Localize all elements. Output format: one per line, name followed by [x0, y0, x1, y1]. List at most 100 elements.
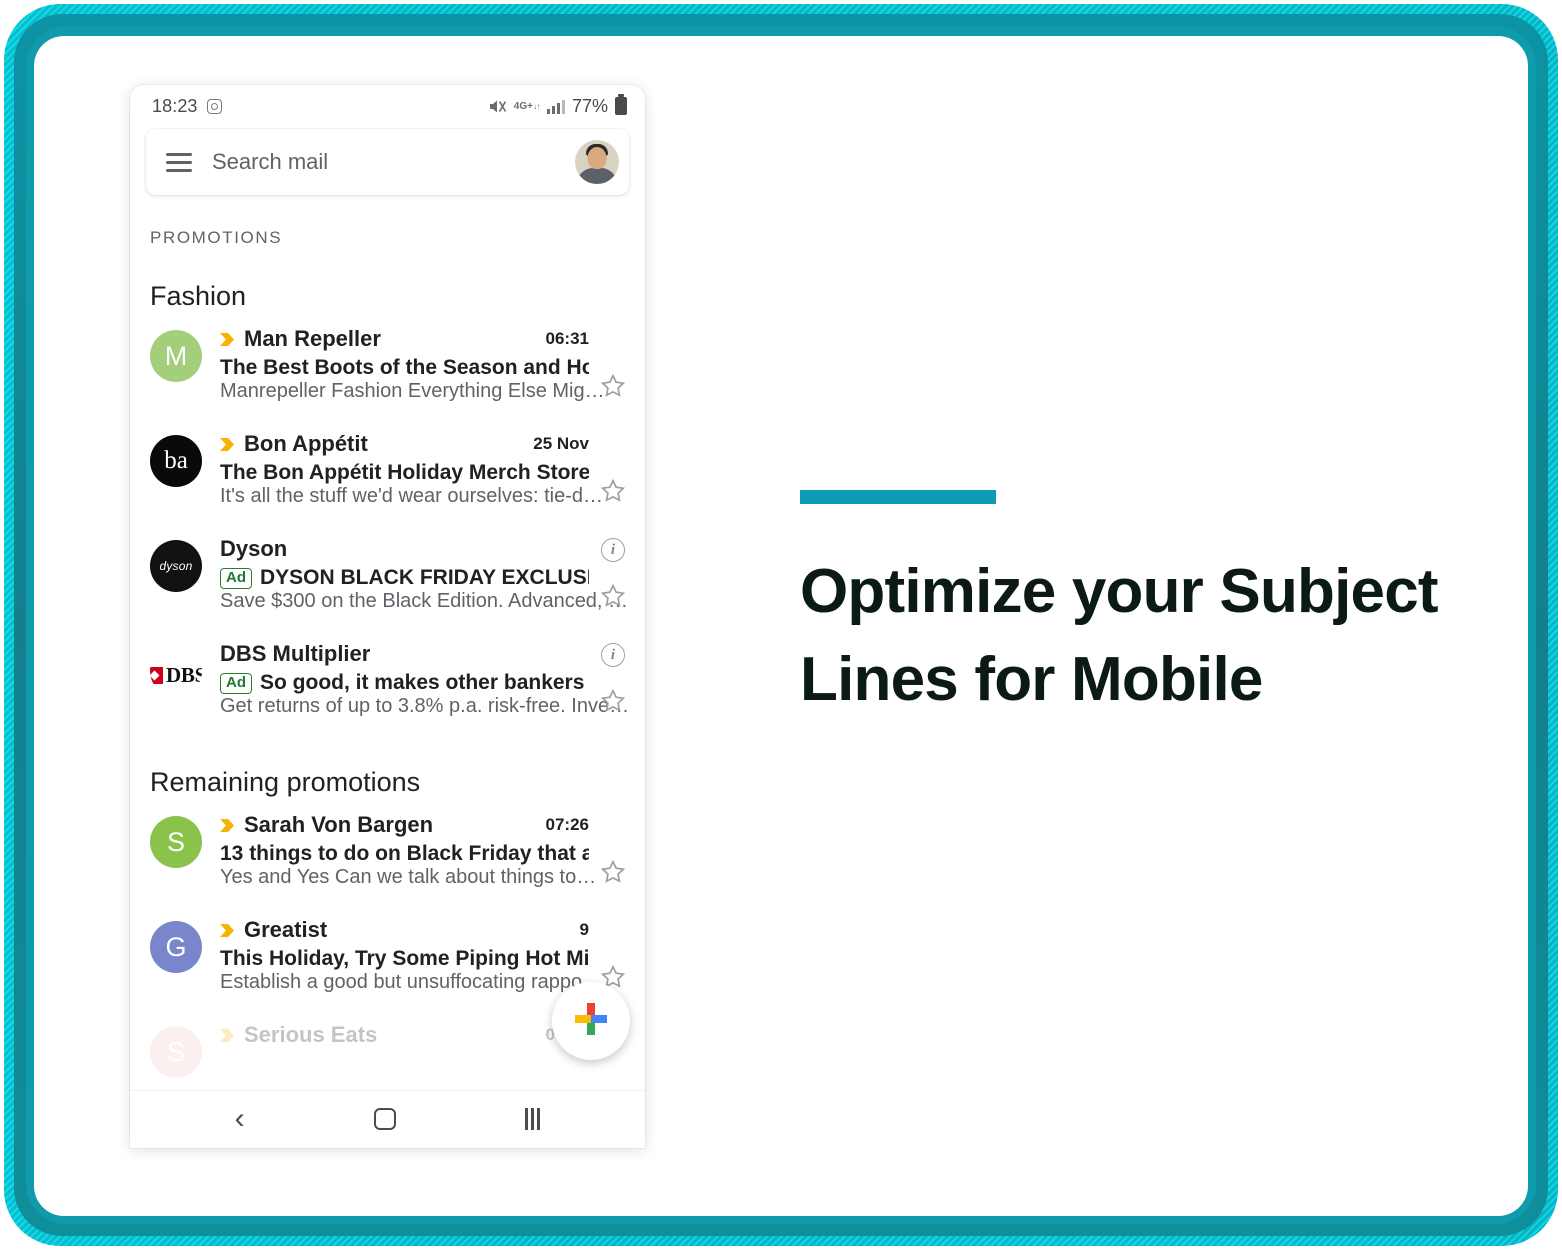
email-subject: The Bon Appétit Holiday Merch Store is…: [220, 461, 589, 484]
sender-avatar: S: [150, 1026, 202, 1078]
network-label: 4G+: [513, 100, 533, 112]
email-subject-text: So good, it makes other bankers nervo…: [260, 671, 589, 694]
importance-marker-icon[interactable]: [220, 1027, 236, 1044]
email-actions: [593, 431, 633, 508]
email-header-line: Dyson: [220, 536, 589, 562]
email-actions: [593, 812, 633, 889]
email-timestamp: 07:26: [545, 815, 589, 834]
search-bar[interactable]: Search mail: [146, 129, 629, 195]
sender-avatar: dyson: [150, 540, 202, 592]
email-timestamp: 06:31: [545, 329, 589, 348]
email-sender: Bon Appétit: [244, 431, 368, 456]
email-timestamp: 25 Nov: [533, 434, 589, 453]
star-icon[interactable]: [600, 859, 626, 885]
home-square-icon[interactable]: [373, 1108, 396, 1130]
accent-bar: [800, 490, 996, 504]
status-bar: 18:23 4G+ ↓↑ 77%: [130, 85, 645, 127]
compose-button[interactable]: [552, 982, 630, 1060]
star-icon[interactable]: [600, 688, 626, 714]
email-snippet: Establish a good but unsuffocating rappo…: [220, 971, 603, 993]
email-subject: This Holiday, Try Some Piping Hot Min…: [220, 947, 589, 970]
inbox-category-label: PROMOTIONS: [150, 228, 283, 247]
importance-marker-icon[interactable]: [220, 922, 236, 939]
list-item[interactable]: DBS DBS Multiplier Ad So good, it makes …: [130, 627, 645, 732]
section-header-fashion: Fashion: [150, 281, 247, 311]
avatar-initial: ba: [164, 447, 188, 474]
back-chevron-icon[interactable]: ‹: [235, 1104, 245, 1134]
hamburger-menu-icon[interactable]: [166, 152, 192, 172]
list-item[interactable]: S Sarah Von Bargen 07:26 13 things to do…: [130, 798, 645, 903]
dbs-mark-icon: [150, 666, 164, 684]
android-nav-bar: ‹: [130, 1090, 645, 1148]
email-snippet: Get returns of up to 3.8% p.a. risk-free…: [220, 695, 630, 717]
avatar[interactable]: [575, 140, 619, 184]
email-actions: i: [593, 536, 633, 613]
email-header-line: DBS Multiplier: [220, 641, 589, 667]
email-snippet: Save $300 on the Black Edition. Advanced…: [220, 590, 629, 612]
avatar-initial: dyson: [159, 559, 193, 573]
email-body: Man Repeller 06:31 The Best Boots of the…: [220, 326, 605, 403]
email-subject: 13 things to do on Black Friday that are…: [220, 842, 589, 865]
search-input[interactable]: Search mail: [212, 149, 575, 175]
sender-avatar: M: [150, 330, 202, 382]
email-header-line: Bon Appétit 25 Nov: [220, 431, 589, 457]
email-body: Dyson Ad DYSON BLACK FRIDAY EXCLUSIVES S…: [220, 536, 628, 613]
email-sender: Sarah Von Bargen: [244, 812, 434, 837]
data-arrows-icon: ↓↑: [532, 101, 541, 111]
email-snippet: Manrepeller Fashion Everything Else Mig…: [220, 380, 605, 402]
email-subject-text: DYSON BLACK FRIDAY EXCLUSIVES: [260, 566, 589, 589]
email-subject: The Best Boots of the Season and How t…: [220, 356, 589, 379]
nav-divider: [130, 1090, 645, 1091]
email-sender: Man Repeller: [244, 326, 381, 351]
slide-root: 18:23 4G+ ↓↑ 77% Search mail PROMOTIONS …: [0, 0, 1562, 1250]
email-sender: Serious Eats: [244, 1022, 378, 1047]
sender-avatar: ba: [150, 435, 202, 487]
status-bar-icons: 4G+ ↓↑ 77%: [488, 94, 627, 117]
email-actions: [593, 326, 633, 403]
list-item[interactable]: M Man Repeller 06:31 The Best Boots of t…: [130, 312, 645, 417]
email-sender: Greatist: [244, 917, 328, 942]
section-header-remaining: Remaining promotions: [150, 767, 421, 797]
info-icon[interactable]: i: [601, 643, 625, 667]
importance-marker-icon[interactable]: [220, 817, 236, 834]
star-icon[interactable]: [600, 478, 626, 504]
email-snippet: Yes and Yes Can we talk about things to…: [220, 866, 597, 888]
avatar-initial: M: [164, 340, 188, 371]
email-body: DBS Multiplier Ad So good, it makes othe…: [220, 641, 629, 718]
sender-avatar: G: [150, 921, 202, 973]
ad-badge: Ad: [220, 567, 252, 589]
email-snippet: It's all the stuff we'd wear ourselves: …: [220, 485, 603, 507]
email-subject: Ad So good, it makes other bankers nervo…: [220, 671, 589, 695]
importance-marker-icon[interactable]: [220, 331, 236, 348]
avatar-initial: G: [165, 931, 187, 962]
email-body: Greatist 9 This Holiday, Try Some Piping…: [220, 917, 602, 994]
email-header-line: Serious Eats 05:16: [220, 1022, 589, 1048]
phone-mockup: 18:23 4G+ ↓↑ 77% Search mail PROMOTIONS …: [130, 85, 645, 1148]
info-icon[interactable]: i: [601, 538, 625, 562]
email-actions: i: [593, 641, 633, 718]
list-item[interactable]: dyson Dyson Ad DYSON BLACK FRIDAY EXCLUS…: [130, 522, 645, 627]
email-header-line: Man Repeller 06:31: [220, 326, 589, 352]
status-bar-time: 18:23: [152, 95, 198, 116]
star-icon[interactable]: [600, 583, 626, 609]
star-icon[interactable]: [600, 373, 626, 399]
email-header-line: Greatist 9: [220, 917, 589, 943]
importance-marker-icon[interactable]: [220, 436, 236, 453]
avatar-initial: S: [166, 826, 185, 857]
page-title: Optimize your Subject Lines for Mobile: [800, 557, 1439, 715]
email-body: Bon Appétit 25 Nov The Bon Appétit Holid…: [220, 431, 603, 508]
signal-bars-icon: [546, 98, 566, 115]
dbs-logo-icon: DBS: [150, 663, 202, 688]
avatar-initial: S: [166, 1036, 185, 1067]
network-type-icon: 4G+ ↓↑: [513, 100, 541, 112]
list-item[interactable]: ba Bon Appétit 25 Nov The Bon Appétit Ho…: [130, 417, 645, 522]
avatar-initial: DBS: [166, 662, 202, 687]
mute-icon: [488, 98, 508, 115]
battery-percent: 77%: [571, 95, 608, 116]
email-header-line: Sarah Von Bargen 07:26: [220, 812, 589, 838]
google-plus-compose-icon: [571, 999, 611, 1044]
right-content-panel: Optimize your Subject Lines for Mobile: [800, 490, 1460, 724]
email-sender: DBS Multiplier: [220, 641, 371, 666]
ad-badge: Ad: [220, 672, 252, 694]
recents-bars-icon[interactable]: [525, 1108, 541, 1130]
